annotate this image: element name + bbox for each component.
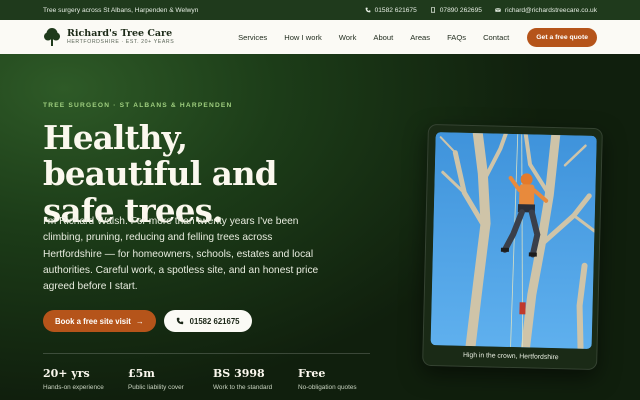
phone-icon (365, 7, 370, 13)
nav-item-areas[interactable]: Areas (410, 33, 430, 42)
stat-label: Hands-on experience (43, 384, 104, 391)
topbar-mobile-link[interactable]: 07890 262695 (430, 7, 482, 14)
hero-lede: I'm Richard Walsh. For more than twenty … (43, 216, 319, 293)
tree-climber-illustration (430, 132, 597, 349)
nav-item-services[interactable]: Services (238, 33, 267, 42)
stat-value: 20+ yrs (43, 367, 90, 380)
topbar-email-link[interactable]: richard@richardstreecare.co.uk (495, 7, 597, 14)
nav-item-about[interactable]: About (373, 33, 393, 42)
stat-liability: £5m Public liability cover (128, 367, 213, 391)
topbar-phone-link[interactable]: 01582 621675 (365, 7, 417, 14)
brand-subtitle: HERTFORDSHIRE · EST. 20+ YEARS (67, 39, 175, 46)
book-site-visit-button[interactable]: Book a free site visit → (43, 310, 156, 332)
hero-photo-card: High in the crown, Hertfordshire (422, 123, 603, 371)
nav-item-how-i-work[interactable]: How I work (284, 33, 322, 42)
stat-label: No-obligation quotes (298, 384, 357, 391)
stat-value: BS 3998 (213, 367, 265, 380)
top-utility-bar: Tree surgery across St Albans, Harpenden… (0, 0, 640, 20)
hero-headline: Healthy, beautiful and safe trees. (43, 118, 278, 230)
stats-divider (43, 353, 370, 354)
nav-item-work[interactable]: Work (339, 33, 357, 42)
stat-quotes: Free No-obligation quotes (298, 367, 383, 391)
stats-row: 20+ yrs Hands-on experience £5m Public l… (43, 367, 383, 391)
main-navigation: Richard's Tree Care HERTFORDSHIRE · EST.… (0, 20, 640, 54)
stat-standard: BS 3998 Work to the standard (213, 367, 298, 391)
arrow-right-icon: → (135, 316, 144, 326)
brand-logo-link[interactable]: Richard's Tree Care HERTFORDSHIRE · EST.… (43, 27, 174, 47)
topbar-mobile-text: 07890 262695 (439, 6, 482, 14)
hero-eyebrow: TREE SURGEON · ST ALBANS & HARPENDEN (43, 102, 233, 109)
stat-label: Public liability cover (128, 384, 184, 391)
topbar-tagline: Tree surgery across St Albans, Harpenden… (43, 6, 199, 14)
hero-cta-row: Book a free site visit → 01582 621675 (43, 310, 252, 332)
mail-icon (495, 8, 501, 12)
stat-experience: 20+ yrs Hands-on experience (43, 367, 128, 391)
topbar-phone-text: 01582 621675 (374, 6, 417, 14)
call-phone-button[interactable]: 01582 621675 (163, 310, 252, 332)
mobile-icon (430, 7, 435, 13)
phone-icon (176, 317, 183, 325)
tree-icon (44, 28, 60, 46)
book-site-visit-label: Book a free site visit (55, 316, 131, 326)
brand-text: Richard's Tree Care HERTFORDSHIRE · EST.… (67, 27, 175, 46)
stat-label: Work to the standard (213, 384, 273, 391)
hero-section: TREE SURGEON · ST ALBANS & HARPENDEN Hea… (0, 54, 640, 400)
get-quote-button[interactable]: Get a free quote (527, 27, 597, 47)
stat-value: £5m (128, 367, 155, 380)
brand-name: Richard's Tree Care (67, 27, 173, 39)
nav-menu: Services How I work Work About Areas FAQ… (174, 33, 509, 42)
hero-photo (430, 132, 597, 349)
photo-caption: High in the crown, Hertfordshire (462, 351, 559, 362)
call-phone-label: 01582 621675 (189, 316, 240, 326)
nav-item-faqs[interactable]: FAQs (447, 33, 466, 42)
nav-item-contact[interactable]: Contact (483, 33, 509, 42)
topbar-email-text: richard@richardstreecare.co.uk (504, 6, 597, 14)
stat-value: Free (298, 367, 326, 380)
topbar-contacts: 01582 621675 07890 262695 richard@richar… (365, 7, 597, 14)
